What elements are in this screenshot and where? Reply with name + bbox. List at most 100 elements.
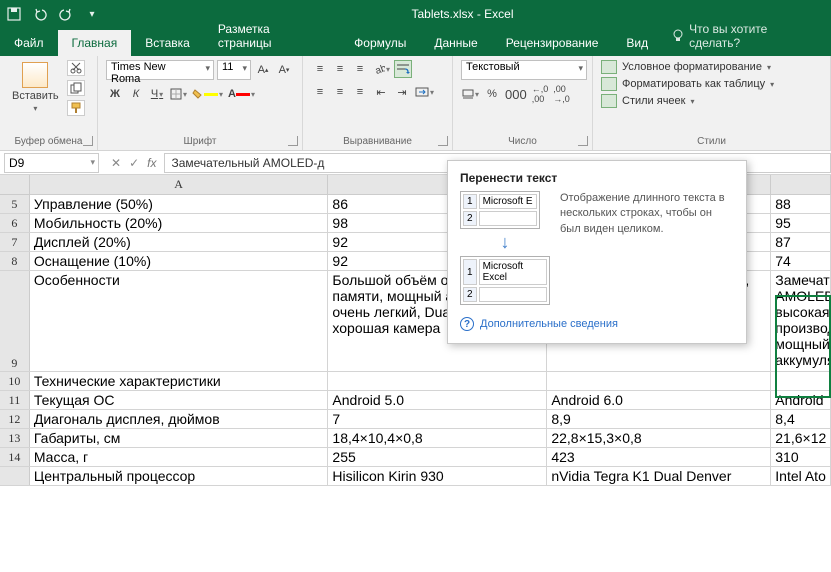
row-header[interactable]: 12 [0, 410, 30, 428]
row-header[interactable]: 13 [0, 429, 30, 447]
dialog-launcher-icon[interactable] [83, 136, 93, 146]
cell[interactable]: Оснащение (10%) [30, 252, 329, 270]
cell[interactable]: 423 [547, 448, 771, 466]
cell[interactable]: Intel Ato [771, 467, 831, 485]
fill-color-button[interactable] [191, 85, 224, 103]
dialog-launcher-icon[interactable] [578, 136, 588, 146]
tab-review[interactable]: Рецензирование [492, 30, 613, 56]
row-header[interactable]: 14 [0, 448, 30, 466]
align-middle-icon[interactable]: ≡ [331, 60, 349, 78]
cell[interactable]: 21,6×12 [771, 429, 831, 447]
dialog-launcher-icon[interactable] [288, 136, 298, 146]
wrap-text-button[interactable] [394, 60, 412, 78]
undo-icon[interactable] [32, 6, 48, 22]
redo-icon[interactable] [58, 6, 74, 22]
decrease-font-icon[interactable]: A▾ [275, 61, 293, 79]
font-color-button[interactable]: A [227, 85, 256, 103]
cell[interactable]: Особенности [30, 271, 329, 371]
save-icon[interactable] [6, 6, 22, 22]
row-header[interactable] [0, 467, 30, 485]
cell[interactable]: 8,9 [547, 410, 771, 428]
decrease-decimal-icon[interactable]: ,00→,0 [552, 85, 571, 103]
align-right-icon[interactable]: ≡ [351, 83, 369, 101]
tab-insert[interactable]: Вставка [131, 30, 204, 56]
tab-formulas[interactable]: Формулы [340, 30, 420, 56]
cell[interactable]: 87 [771, 233, 831, 251]
row-header[interactable]: 11 [0, 391, 30, 409]
percent-button[interactable]: % [483, 85, 501, 103]
fx-icon[interactable]: fx [147, 156, 156, 170]
cell[interactable]: 310 [771, 448, 831, 466]
cell[interactable]: Мобильность (20%) [30, 214, 329, 232]
cell[interactable]: Дисплей (20%) [30, 233, 329, 251]
cell[interactable]: Технические характеристики [30, 372, 329, 390]
cell[interactable]: Текущая ОС [30, 391, 329, 409]
italic-button[interactable]: К [127, 85, 145, 103]
cell[interactable]: 88 [771, 195, 831, 213]
cell[interactable]: Диагональ дисплея, дюймов [30, 410, 329, 428]
cell[interactable]: Управление (50%) [30, 195, 329, 213]
name-box[interactable]: D9 [4, 153, 99, 173]
align-center-icon[interactable]: ≡ [331, 83, 349, 101]
cell[interactable]: Android 5.0 [328, 391, 547, 409]
cell[interactable]: 22,8×15,3×0,8 [547, 429, 771, 447]
col-header-a[interactable]: A [30, 175, 329, 194]
accounting-format-button[interactable] [461, 85, 480, 103]
format-painter-icon[interactable] [67, 100, 85, 116]
row-header[interactable]: 9 [0, 271, 30, 371]
cell[interactable] [547, 372, 771, 390]
tab-view[interactable]: Вид [612, 30, 662, 56]
number-format-select[interactable]: Текстовый [461, 60, 587, 80]
cell-styles-button[interactable]: Стили ячеек▾ [601, 94, 822, 108]
enter-formula-icon[interactable]: ✓ [129, 156, 139, 170]
cell[interactable]: Android [771, 391, 831, 409]
cell[interactable]: 18,4×10,4×0,8 [328, 429, 547, 447]
align-left-icon[interactable]: ≡ [311, 83, 329, 101]
orientation-button[interactable]: ab [372, 60, 391, 78]
format-as-table-button[interactable]: Форматировать как таблицу▾ [601, 77, 822, 91]
cell[interactable] [328, 372, 547, 390]
underline-button[interactable]: Ч [148, 85, 166, 103]
cell[interactable]: Масса, г [30, 448, 329, 466]
qat-customize-icon[interactable]: ▾ [84, 6, 100, 22]
conditional-formatting-button[interactable]: Условное форматирование▾ [601, 60, 822, 74]
tooltip-more-info-link[interactable]: ? Дополнительные сведения [460, 317, 734, 331]
cell[interactable]: Замечательный AMOLED-дисплей, высокая пр… [771, 271, 831, 371]
row-header[interactable]: 7 [0, 233, 30, 251]
cell[interactable]: 255 [328, 448, 547, 466]
cell[interactable]: 74 [771, 252, 831, 270]
tell-me-box[interactable]: Что вы хотите сделать? [662, 16, 831, 56]
cell[interactable]: 7 [328, 410, 547, 428]
row-header[interactable]: 6 [0, 214, 30, 232]
decrease-indent-icon[interactable]: ⇤ [372, 83, 390, 101]
font-size-select[interactable]: 11 [217, 60, 251, 80]
cell[interactable]: 95 [771, 214, 831, 232]
increase-font-icon[interactable]: A▴ [254, 61, 272, 79]
increase-decimal-icon[interactable]: ←,0,00 [531, 85, 550, 103]
cell[interactable]: nVidia Tegra K1 Dual Denver [547, 467, 771, 485]
cell[interactable] [771, 372, 831, 390]
dialog-launcher-icon[interactable] [438, 136, 448, 146]
font-name-select[interactable]: Times New Roma [106, 60, 214, 80]
cell[interactable]: Габариты, см [30, 429, 329, 447]
merge-button[interactable] [414, 83, 435, 101]
align-bottom-icon[interactable]: ≡ [351, 60, 369, 78]
cell[interactable]: 8,4 [771, 410, 831, 428]
cancel-formula-icon[interactable]: ✕ [111, 156, 121, 170]
comma-button[interactable]: 000 [504, 85, 528, 103]
bold-button[interactable]: Ж [106, 85, 124, 103]
border-button[interactable] [169, 85, 188, 103]
tab-file[interactable]: Файл [0, 30, 58, 56]
col-header-d[interactable] [771, 175, 831, 194]
paste-button[interactable]: Вставить ▾ [8, 60, 63, 115]
cell[interactable]: Android 6.0 [547, 391, 771, 409]
select-all-corner[interactable] [0, 175, 30, 194]
increase-indent-icon[interactable]: ⇥ [393, 83, 411, 101]
align-top-icon[interactable]: ≡ [311, 60, 329, 78]
row-header[interactable]: 8 [0, 252, 30, 270]
cell[interactable]: Hisilicon Kirin 930 [328, 467, 547, 485]
tab-home[interactable]: Главная [58, 30, 132, 56]
cut-icon[interactable] [67, 60, 85, 76]
copy-icon[interactable] [67, 80, 85, 96]
row-header[interactable]: 10 [0, 372, 30, 390]
